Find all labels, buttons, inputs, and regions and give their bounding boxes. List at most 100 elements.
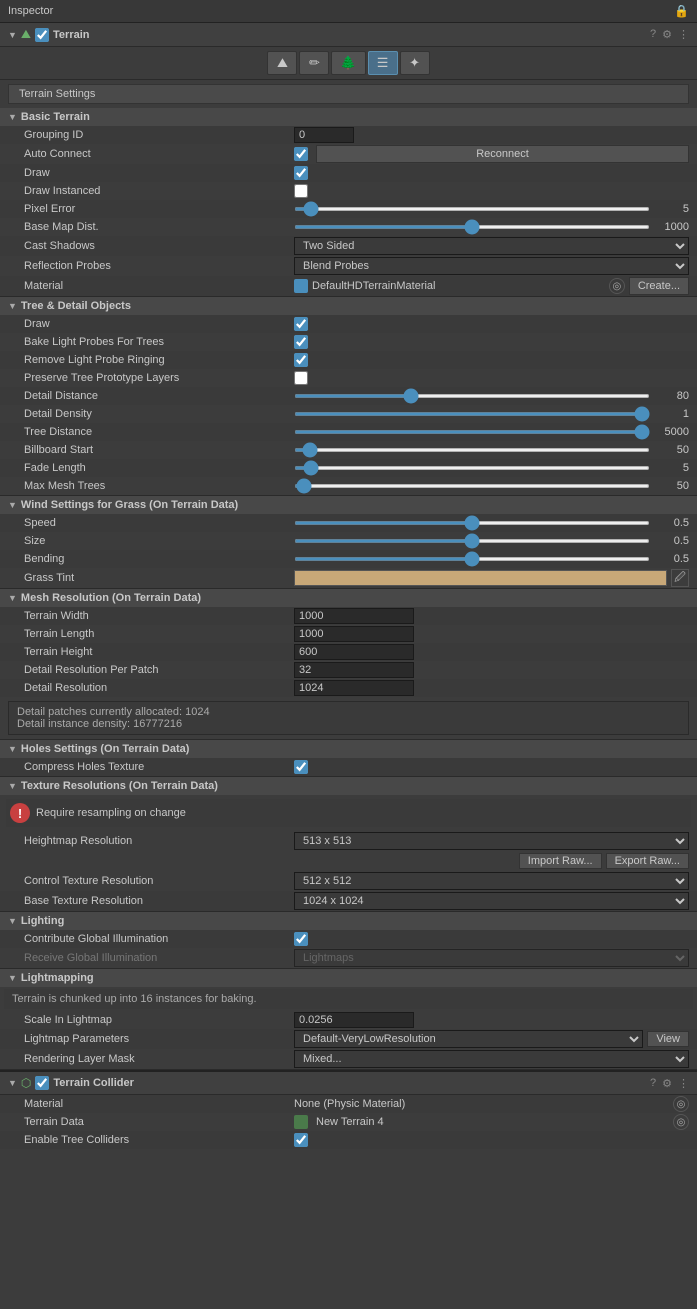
grass-tint-color-swatch[interactable] <box>294 570 667 586</box>
billboard-start-value: 50 <box>294 444 689 456</box>
view-lightmap-params-button[interactable]: View <box>647 1031 689 1047</box>
scale-lightmap-input[interactable] <box>294 1012 414 1028</box>
terrain-width-input[interactable] <box>294 608 414 624</box>
bending-value: 0.5 <box>294 553 689 565</box>
draw-instanced-checkbox[interactable] <box>294 184 308 198</box>
speed-slider[interactable] <box>294 521 650 525</box>
detail-distance-slider[interactable] <box>294 394 650 398</box>
terrain-settings-button[interactable]: Terrain Settings <box>8 84 689 104</box>
size-slider[interactable] <box>294 539 650 543</box>
tree-detail-arrow: ▼ <box>8 301 17 311</box>
detail-res-per-patch-input[interactable] <box>294 662 414 678</box>
export-raw-button[interactable]: Export Raw... <box>606 853 689 869</box>
pixel-error-row: Pixel Error 5 <box>0 200 697 218</box>
tree-detail-header[interactable]: ▼ Tree & Detail Objects <box>0 297 697 315</box>
terrain-enabled-checkbox[interactable] <box>35 28 49 42</box>
billboard-start-slider[interactable] <box>294 448 650 452</box>
tree-distance-slider[interactable] <box>294 430 650 434</box>
paint-terrain-button[interactable]: ⛰ <box>267 51 297 75</box>
expand-arrow-icon[interactable]: ▼ <box>8 30 17 40</box>
lock-icon[interactable]: 🔒 <box>674 4 689 18</box>
lightmapping-title: Lightmapping <box>21 972 94 984</box>
collider-material-name: None (Physic Material) <box>294 1098 669 1110</box>
draw-instanced-label: Draw Instanced <box>24 185 294 197</box>
collider-material-select-button[interactable]: ◎ <box>673 1096 689 1112</box>
terrain-collider-component: ▼ ⬡ Terrain Collider ? ⚙ ⋮ Material None… <box>0 1070 697 1149</box>
speed-row: Speed 0.5 <box>0 514 697 532</box>
bake-light-probes-checkbox[interactable] <box>294 335 308 349</box>
auto-connect-checkbox[interactable] <box>294 147 308 161</box>
control-texture-resolution-row: Control Texture Resolution 512 x 512 256… <box>0 871 697 891</box>
inspector-header: Inspector 🔒 <box>0 0 697 23</box>
basic-terrain-header[interactable]: ▼ Basic Terrain <box>0 108 697 126</box>
grouping-id-input[interactable] <box>294 127 354 143</box>
detail-density-slider[interactable] <box>294 412 650 416</box>
terrain-collider-enabled-checkbox[interactable] <box>35 1076 49 1090</box>
max-mesh-trees-display: 50 <box>654 480 689 492</box>
lightmapping-header[interactable]: ▼ Lightmapping <box>0 969 697 987</box>
terrain-width-value <box>294 608 689 624</box>
enable-tree-colliders-checkbox[interactable] <box>294 1133 308 1147</box>
detail-resolution-input[interactable] <box>294 680 414 696</box>
tree-draw-checkbox[interactable] <box>294 317 308 331</box>
lightmap-params-dropdown[interactable]: Default-VeryLowResolution <box>294 1030 643 1048</box>
terrain-data-select-button[interactable]: ◎ <box>673 1114 689 1130</box>
heightmap-resolution-dropdown[interactable]: 513 x 513 257 x 257 1025 x 1025 <box>294 832 689 850</box>
max-mesh-trees-slider[interactable] <box>294 484 650 488</box>
eyedropper-button[interactable]: 🖉 <box>671 569 689 587</box>
holes-settings-header[interactable]: ▼ Holes Settings (On Terrain Data) <box>0 740 697 758</box>
base-map-dist-label: Base Map Dist. <box>24 221 294 233</box>
terrain-component-header: ▼ ⛰ Terrain ? ⚙ ⋮ <box>0 23 697 47</box>
wind-settings-header[interactable]: ▼ Wind Settings for Grass (On Terrain Da… <box>0 496 697 514</box>
lighting-header[interactable]: ▼ Lighting <box>0 912 697 930</box>
remove-light-probe-row: Remove Light Probe Ringing <box>0 351 697 369</box>
lighting-arrow: ▼ <box>8 916 17 926</box>
bending-slider[interactable] <box>294 557 650 561</box>
remove-light-probe-value <box>294 353 689 367</box>
terrain-height-input[interactable] <box>294 644 414 660</box>
collider-help-icon[interactable]: ? <box>650 1077 656 1090</box>
grass-tint-row: Grass Tint 🖉 <box>0 568 697 588</box>
base-map-dist-slider[interactable] <box>294 225 650 229</box>
control-texture-resolution-value: 512 x 512 256 x 256 1024 x 1024 <box>294 872 689 890</box>
help-icon[interactable]: ? <box>650 28 656 41</box>
collider-settings-icon[interactable]: ⚙ <box>662 1077 672 1090</box>
rendering-layer-mask-dropdown[interactable]: Mixed... <box>294 1050 689 1068</box>
control-texture-resolution-dropdown[interactable]: 512 x 512 256 x 256 1024 x 1024 <box>294 872 689 890</box>
cast-shadows-dropdown[interactable]: Two Sided Off On Shadows Only <box>294 237 689 255</box>
speed-value: 0.5 <box>294 517 689 529</box>
scale-lightmap-label: Scale In Lightmap <box>24 1014 294 1026</box>
collider-menu-icon[interactable]: ⋮ <box>678 1077 689 1090</box>
mesh-resolution-header[interactable]: ▼ Mesh Resolution (On Terrain Data) <box>0 589 697 607</box>
terrain-component-icon: ⛰ <box>21 27 31 42</box>
contribute-gi-checkbox[interactable] <box>294 932 308 946</box>
max-mesh-trees-value: 50 <box>294 480 689 492</box>
reconnect-button[interactable]: Reconnect <box>316 145 689 163</box>
terrain-extra-button[interactable]: ✦ <box>400 51 430 75</box>
fade-length-slider[interactable] <box>294 466 650 470</box>
tree-paint-button[interactable]: 🌲 <box>331 51 365 75</box>
paint-detail-button[interactable]: ✏ <box>299 51 329 75</box>
cast-shadows-row: Cast Shadows Two Sided Off On Shadows On… <box>0 236 697 256</box>
expand-collider-arrow-icon[interactable]: ▼ <box>8 1078 17 1088</box>
scale-lightmap-row: Scale In Lightmap <box>0 1011 697 1029</box>
reflection-probes-dropdown[interactable]: Blend Probes Off Blend Probes And Skybox… <box>294 257 689 275</box>
inspector-tab-label: Inspector <box>8 5 53 17</box>
draw-row: Draw <box>0 164 697 182</box>
create-material-button[interactable]: Create... <box>629 277 689 295</box>
draw-checkbox[interactable] <box>294 166 308 180</box>
compress-holes-checkbox[interactable] <box>294 760 308 774</box>
texture-resolutions-header[interactable]: ▼ Texture Resolutions (On Terrain Data) <box>0 777 697 795</box>
material-select-button[interactable]: ◎ <box>609 278 625 294</box>
terrain-settings-toolbar-button[interactable]: ☰ <box>368 51 398 75</box>
base-texture-resolution-dropdown[interactable]: 1024 x 1024 512 x 512 2048 x 2048 <box>294 892 689 910</box>
menu-icon[interactable]: ⋮ <box>678 28 689 41</box>
preserve-tree-checkbox[interactable] <box>294 371 308 385</box>
terrain-length-input[interactable] <box>294 626 414 642</box>
pixel-error-slider[interactable] <box>294 207 650 211</box>
receive-gi-dropdown[interactable]: Lightmaps <box>294 949 689 967</box>
cast-shadows-label: Cast Shadows <box>24 240 294 252</box>
remove-light-probe-checkbox[interactable] <box>294 353 308 367</box>
settings-icon[interactable]: ⚙ <box>662 28 672 41</box>
import-raw-button[interactable]: Import Raw... <box>519 853 602 869</box>
